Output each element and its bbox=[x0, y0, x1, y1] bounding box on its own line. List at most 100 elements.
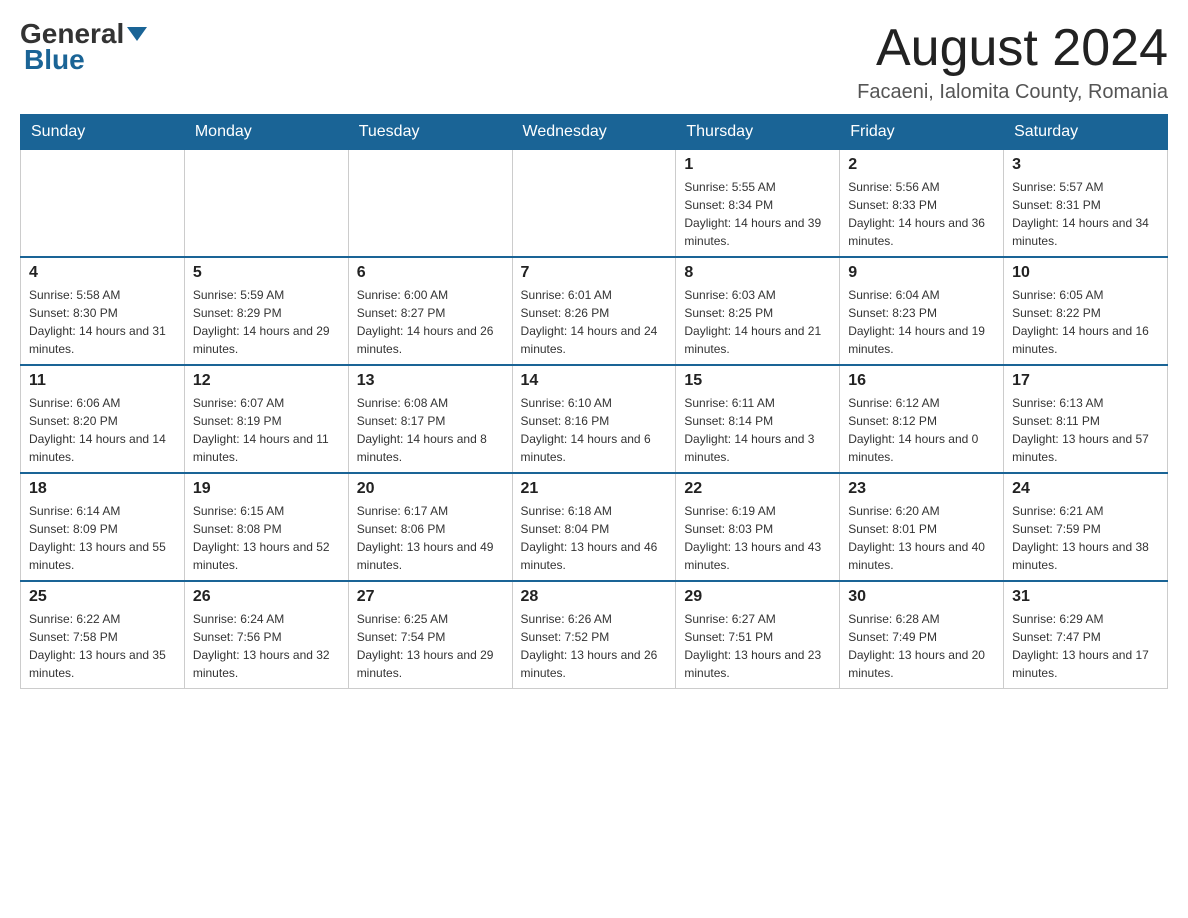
day-info: Sunrise: 5:59 AMSunset: 8:29 PMDaylight:… bbox=[193, 286, 340, 358]
logo-arrow-icon bbox=[127, 27, 147, 41]
day-info: Sunrise: 6:11 AMSunset: 8:14 PMDaylight:… bbox=[684, 394, 831, 466]
calendar-cell: 30Sunrise: 6:28 AMSunset: 7:49 PMDayligh… bbox=[840, 581, 1004, 689]
calendar-header-friday: Friday bbox=[840, 115, 1004, 150]
month-title: August 2024 bbox=[857, 20, 1168, 77]
calendar-cell: 3 Sunrise: 5:57 AMSunset: 8:31 PMDaylight… bbox=[1004, 150, 1168, 258]
day-info: Sunrise: 6:26 AMSunset: 7:52 PMDaylight:… bbox=[521, 610, 668, 682]
day-number: 4 bbox=[29, 264, 176, 282]
logo-blue-text: Blue bbox=[20, 46, 85, 74]
calendar-cell: 4 Sunrise: 5:58 AMSunset: 8:30 PMDaylight… bbox=[21, 257, 185, 365]
day-number: 22 bbox=[684, 480, 831, 498]
day-number: 28 bbox=[521, 588, 668, 606]
day-number: 10 bbox=[1012, 264, 1159, 282]
calendar-cell: 1Sunrise: 5:55 AMSunset: 8:34 PMDaylight… bbox=[676, 150, 840, 258]
day-info: Sunrise: 6:15 AMSunset: 8:08 PMDaylight:… bbox=[193, 502, 340, 574]
calendar-header-wednesday: Wednesday bbox=[512, 115, 676, 150]
day-info: Sunrise: 6:20 AMSunset: 8:01 PMDaylight:… bbox=[848, 502, 995, 574]
day-number: 14 bbox=[521, 372, 668, 390]
day-number: 18 bbox=[29, 480, 176, 498]
day-info: Sunrise: 6:06 AMSunset: 8:20 PMDaylight:… bbox=[29, 394, 176, 466]
calendar-header-thursday: Thursday bbox=[676, 115, 840, 150]
calendar-cell bbox=[184, 150, 348, 258]
day-info: Sunrise: 6:14 AMSunset: 8:09 PMDaylight:… bbox=[29, 502, 176, 574]
day-info: Sunrise: 6:13 AMSunset: 8:11 PMDaylight:… bbox=[1012, 394, 1159, 466]
day-info: Sunrise: 6:25 AMSunset: 7:54 PMDaylight:… bbox=[357, 610, 504, 682]
day-number: 21 bbox=[521, 480, 668, 498]
day-info: Sunrise: 6:28 AMSunset: 7:49 PMDaylight:… bbox=[848, 610, 995, 682]
calendar-cell: 28 Sunrise: 6:26 AMSunset: 7:52 PMDayligh… bbox=[512, 581, 676, 689]
day-info: Sunrise: 6:22 AMSunset: 7:58 PMDaylight:… bbox=[29, 610, 176, 682]
day-info: Sunrise: 6:10 AMSunset: 8:16 PMDaylight:… bbox=[521, 394, 668, 466]
day-number: 3 bbox=[1012, 156, 1159, 174]
day-number: 15 bbox=[684, 372, 831, 390]
day-info: Sunrise: 6:08 AMSunset: 8:17 PMDaylight:… bbox=[357, 394, 504, 466]
day-number: 27 bbox=[357, 588, 504, 606]
calendar-cell bbox=[348, 150, 512, 258]
day-info: Sunrise: 6:07 AMSunset: 8:19 PMDaylight:… bbox=[193, 394, 340, 466]
calendar-week-row: 1Sunrise: 5:55 AMSunset: 8:34 PMDaylight… bbox=[21, 150, 1168, 258]
calendar-cell: 11 Sunrise: 6:06 AMSunset: 8:20 PMDayligh… bbox=[21, 365, 185, 473]
calendar-week-row: 18 Sunrise: 6:14 AMSunset: 8:09 PMDayligh… bbox=[21, 473, 1168, 581]
calendar-cell: 14 Sunrise: 6:10 AMSunset: 8:16 PMDayligh… bbox=[512, 365, 676, 473]
day-info: Sunrise: 6:18 AMSunset: 8:04 PMDaylight:… bbox=[521, 502, 668, 574]
calendar-cell bbox=[21, 150, 185, 258]
day-number: 12 bbox=[193, 372, 340, 390]
day-number: 23 bbox=[848, 480, 995, 498]
calendar-cell: 26Sunrise: 6:24 AMSunset: 7:56 PMDayligh… bbox=[184, 581, 348, 689]
calendar-week-row: 4 Sunrise: 5:58 AMSunset: 8:30 PMDaylight… bbox=[21, 257, 1168, 365]
day-info: Sunrise: 5:56 AMSunset: 8:33 PMDaylight:… bbox=[848, 178, 995, 250]
day-info: Sunrise: 6:05 AMSunset: 8:22 PMDaylight:… bbox=[1012, 286, 1159, 358]
calendar-cell: 24Sunrise: 6:21 AMSunset: 7:59 PMDayligh… bbox=[1004, 473, 1168, 581]
day-info: Sunrise: 5:57 AMSunset: 8:31 PMDaylight:… bbox=[1012, 178, 1159, 250]
calendar-cell: 7 Sunrise: 6:01 AMSunset: 8:26 PMDaylight… bbox=[512, 257, 676, 365]
day-number: 26 bbox=[193, 588, 340, 606]
calendar-header-monday: Monday bbox=[184, 115, 348, 150]
day-number: 5 bbox=[193, 264, 340, 282]
calendar-cell: 18 Sunrise: 6:14 AMSunset: 8:09 PMDayligh… bbox=[21, 473, 185, 581]
calendar-cell: 20Sunrise: 6:17 AMSunset: 8:06 PMDayligh… bbox=[348, 473, 512, 581]
calendar-cell: 6 Sunrise: 6:00 AMSunset: 8:27 PMDaylight… bbox=[348, 257, 512, 365]
day-info: Sunrise: 6:03 AMSunset: 8:25 PMDaylight:… bbox=[684, 286, 831, 358]
day-number: 31 bbox=[1012, 588, 1159, 606]
day-info: Sunrise: 6:27 AMSunset: 7:51 PMDaylight:… bbox=[684, 610, 831, 682]
day-info: Sunrise: 6:19 AMSunset: 8:03 PMDaylight:… bbox=[684, 502, 831, 574]
calendar-cell: 12 Sunrise: 6:07 AMSunset: 8:19 PMDayligh… bbox=[184, 365, 348, 473]
logo: General Blue bbox=[20, 20, 147, 74]
day-info: Sunrise: 6:29 AMSunset: 7:47 PMDaylight:… bbox=[1012, 610, 1159, 682]
day-number: 25 bbox=[29, 588, 176, 606]
calendar-cell: 9Sunrise: 6:04 AMSunset: 8:23 PMDaylight… bbox=[840, 257, 1004, 365]
calendar-cell: 5 Sunrise: 5:59 AMSunset: 8:29 PMDaylight… bbox=[184, 257, 348, 365]
location: Facaeni, Ialomita County, Romania bbox=[857, 81, 1168, 104]
calendar-cell: 15 Sunrise: 6:11 AMSunset: 8:14 PMDayligh… bbox=[676, 365, 840, 473]
title-area: August 2024 Facaeni, Ialomita County, Ro… bbox=[857, 20, 1168, 104]
day-number: 6 bbox=[357, 264, 504, 282]
day-number: 16 bbox=[848, 372, 995, 390]
calendar-cell: 22 Sunrise: 6:19 AMSunset: 8:03 PMDayligh… bbox=[676, 473, 840, 581]
calendar-week-row: 11 Sunrise: 6:06 AMSunset: 8:20 PMDayligh… bbox=[21, 365, 1168, 473]
day-info: Sunrise: 6:21 AMSunset: 7:59 PMDaylight:… bbox=[1012, 502, 1159, 574]
day-info: Sunrise: 6:12 AMSunset: 8:12 PMDaylight:… bbox=[848, 394, 995, 466]
calendar-cell: 19 Sunrise: 6:15 AMSunset: 8:08 PMDayligh… bbox=[184, 473, 348, 581]
calendar-cell: 17Sunrise: 6:13 AMSunset: 8:11 PMDayligh… bbox=[1004, 365, 1168, 473]
day-info: Sunrise: 6:01 AMSunset: 8:26 PMDaylight:… bbox=[521, 286, 668, 358]
calendar-cell: 16 Sunrise: 6:12 AMSunset: 8:12 PMDayligh… bbox=[840, 365, 1004, 473]
calendar-header-row: SundayMondayTuesdayWednesdayThursdayFrid… bbox=[21, 115, 1168, 150]
day-number: 7 bbox=[521, 264, 668, 282]
day-number: 11 bbox=[29, 372, 176, 390]
day-info: Sunrise: 6:00 AMSunset: 8:27 PMDaylight:… bbox=[357, 286, 504, 358]
day-number: 13 bbox=[357, 372, 504, 390]
day-number: 8 bbox=[684, 264, 831, 282]
day-info: Sunrise: 6:04 AMSunset: 8:23 PMDaylight:… bbox=[848, 286, 995, 358]
calendar-cell: 29 Sunrise: 6:27 AMSunset: 7:51 PMDayligh… bbox=[676, 581, 840, 689]
calendar-header-sunday: Sunday bbox=[21, 115, 185, 150]
day-number: 29 bbox=[684, 588, 831, 606]
page-header: General Blue August 2024 Facaeni, Ialomi… bbox=[20, 20, 1168, 104]
calendar-header-saturday: Saturday bbox=[1004, 115, 1168, 150]
calendar-cell: 8 Sunrise: 6:03 AMSunset: 8:25 PMDaylight… bbox=[676, 257, 840, 365]
calendar-cell bbox=[512, 150, 676, 258]
calendar-cell: 31 Sunrise: 6:29 AMSunset: 7:47 PMDayligh… bbox=[1004, 581, 1168, 689]
calendar-cell: 21 Sunrise: 6:18 AMSunset: 8:04 PMDayligh… bbox=[512, 473, 676, 581]
day-number: 19 bbox=[193, 480, 340, 498]
day-info: Sunrise: 5:55 AMSunset: 8:34 PMDaylight:… bbox=[684, 178, 831, 250]
day-info: Sunrise: 5:58 AMSunset: 8:30 PMDaylight:… bbox=[29, 286, 176, 358]
